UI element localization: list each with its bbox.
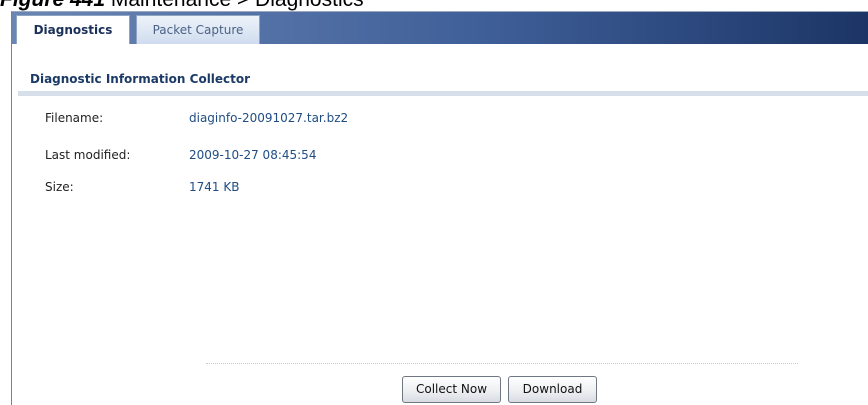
size-value: 1741 KB: [189, 180, 240, 194]
figure-caption-text: Maintenance > Diagnostics: [105, 0, 364, 11]
download-button[interactable]: Download: [508, 376, 597, 403]
figure-caption-prefix: Figure 441: [0, 0, 105, 11]
filename-value: diaginfo-20091027.tar.bz2: [189, 111, 349, 125]
button-divider: [206, 363, 798, 364]
diagnostics-panel: Diagnostics Packet Capture Diagnostic In…: [11, 11, 868, 405]
size-label: Size:: [45, 180, 74, 194]
last-modified-value: 2009-10-27 08:45:54: [189, 148, 317, 162]
tab-diagnostics[interactable]: Diagnostics: [16, 15, 130, 44]
section-title: Diagnostic Information Collector: [30, 72, 251, 86]
filename-label: Filename:: [45, 111, 104, 125]
tab-bar: Diagnostics Packet Capture: [12, 12, 868, 44]
section-divider: [18, 91, 868, 96]
last-modified-label: Last modified:: [45, 148, 131, 162]
figure-caption: Figure 441 Maintenance > Diagnostics: [0, 0, 364, 11]
collect-now-button[interactable]: Collect Now: [402, 376, 501, 403]
tab-packet-capture[interactable]: Packet Capture: [136, 15, 260, 44]
